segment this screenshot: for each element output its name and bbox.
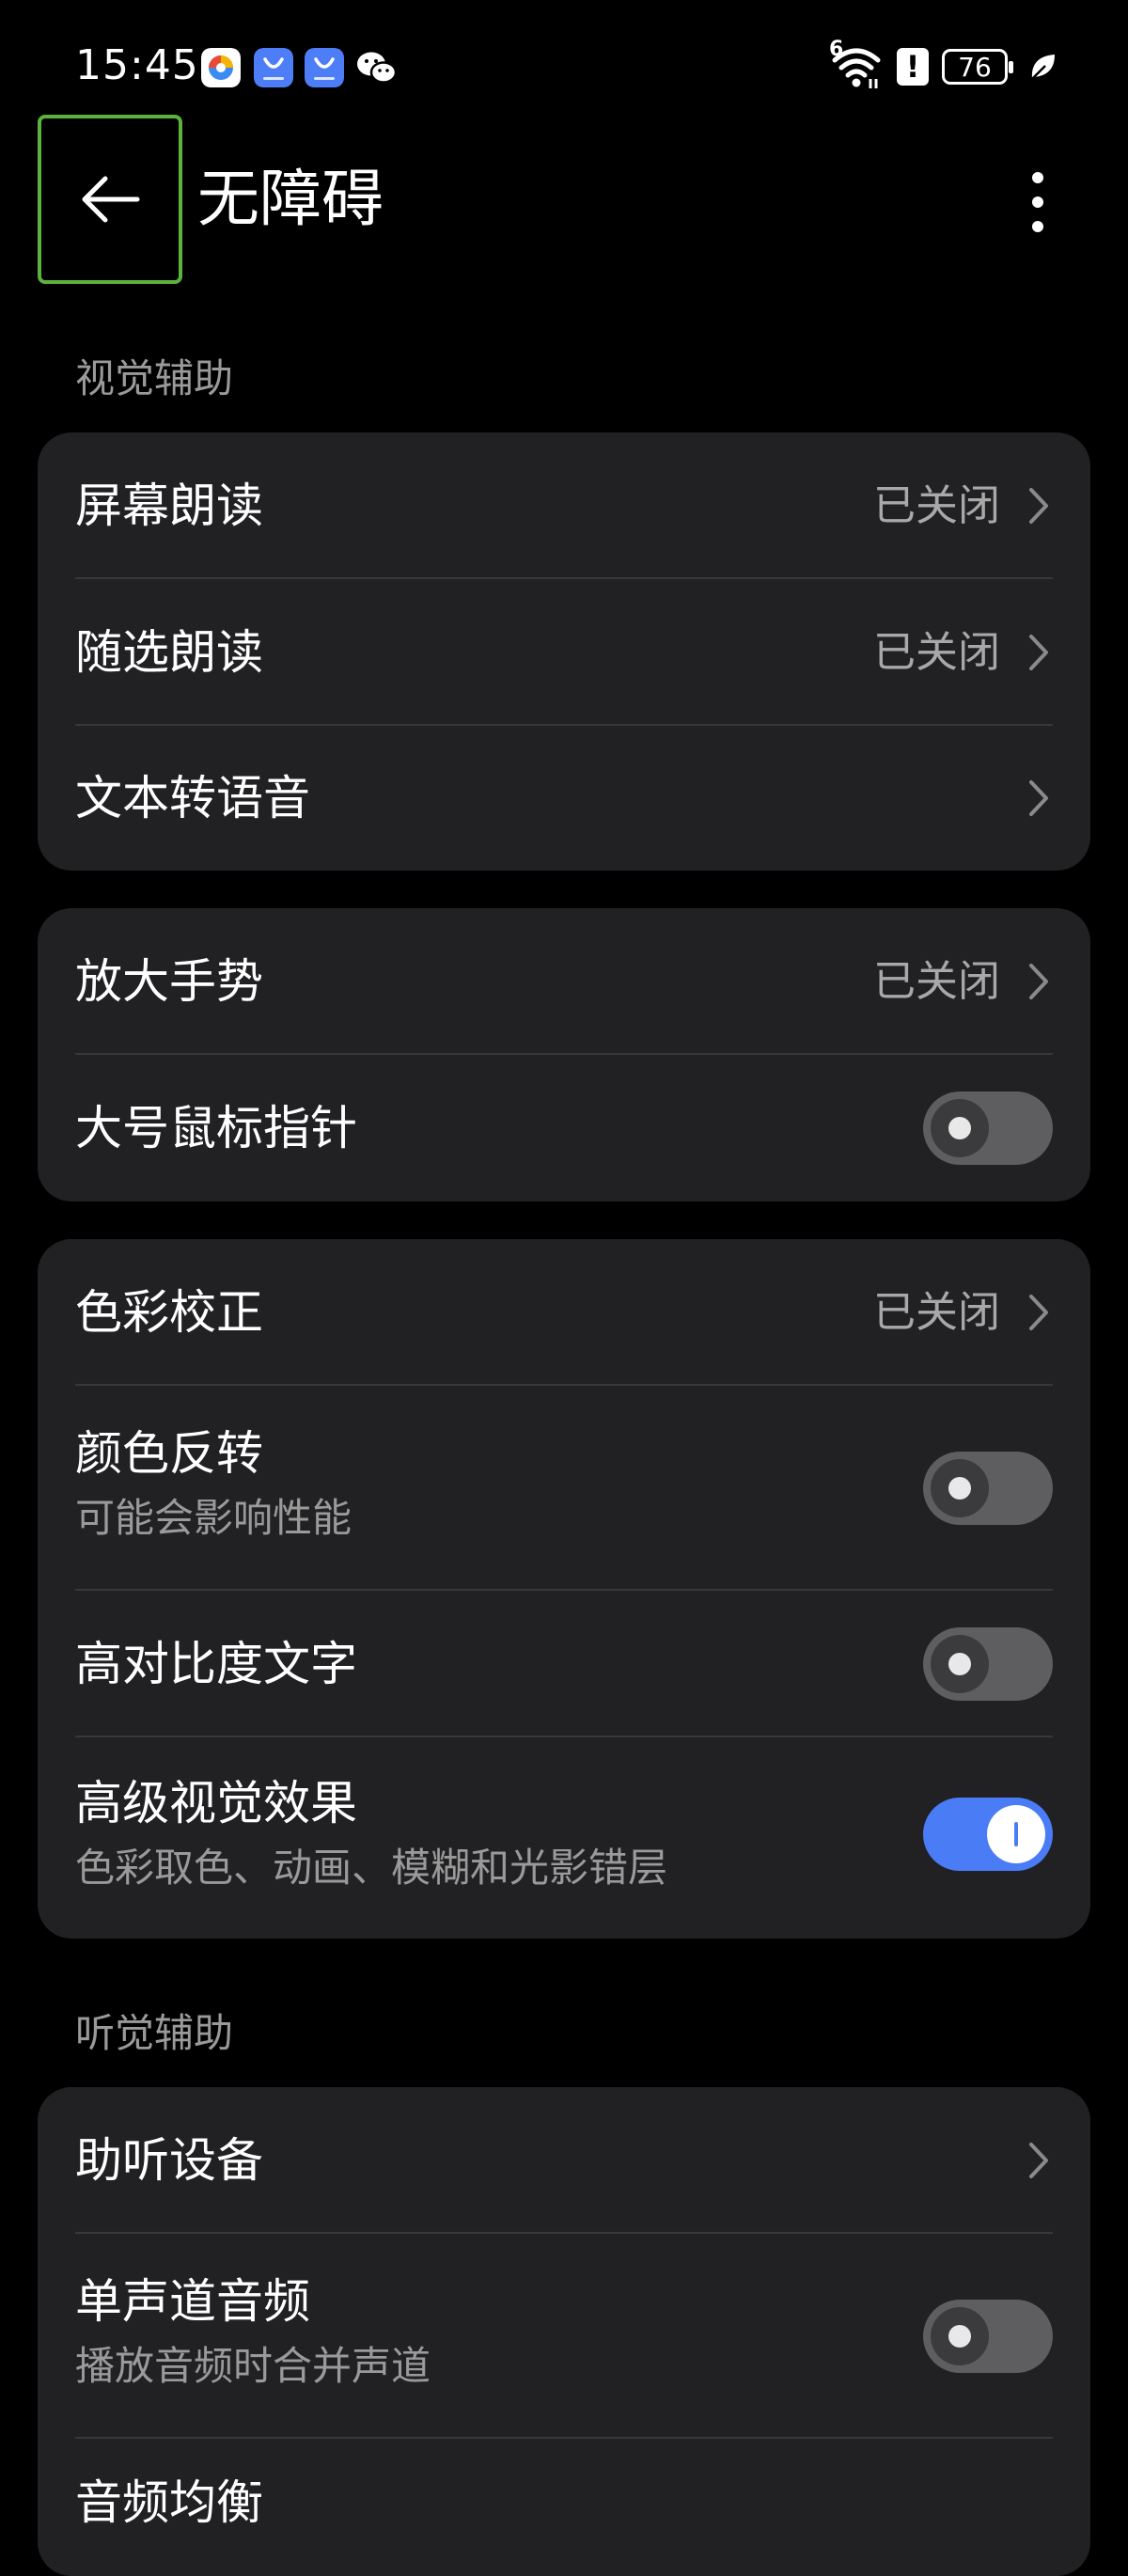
toggle-knob (931, 1459, 989, 1517)
toggle-knob (987, 1805, 1045, 1863)
chevron-right-icon (1029, 635, 1048, 670)
row-label: 颜色反转 (75, 1426, 263, 1481)
more-options-button[interactable] (1006, 160, 1070, 244)
wechat-icon (357, 52, 398, 84)
row-subtitle: 色彩取色、动画、模糊和光影错层 (75, 1845, 668, 1891)
advanced-visual-effects-toggle[interactable] (923, 1798, 1053, 1871)
card-screen-reading: 屏幕朗读 已关闭 随选朗读 已关闭 文本转语音 (38, 432, 1090, 871)
row-status-value: 已关闭 (872, 627, 1000, 677)
chevron-right-icon (1029, 780, 1048, 816)
status-bar: 15:45 6 ! 76 (0, 0, 1128, 132)
card-color: 色彩校正 已关闭 颜色反转 可能会影响性能 高对比度文字 高级视觉效果 色彩取色… (38, 1239, 1090, 1939)
honor-store-icon-2 (305, 48, 344, 87)
row-status-value: 已关闭 (872, 956, 1000, 1006)
row-label: 大号鼠标指针 (75, 1101, 357, 1155)
color-inversion-toggle[interactable] (923, 1452, 1053, 1525)
toggle-knob (931, 2307, 989, 2365)
large-pointer-toggle[interactable] (923, 1092, 1053, 1165)
battery-icon: 76 (942, 49, 1013, 85)
row-status-value: 已关闭 (872, 1287, 1000, 1337)
row-label: 高对比度文字 (75, 1637, 357, 1691)
status-right: 6 ! 76 (829, 38, 1057, 90)
page-title: 无障碍 (197, 163, 384, 235)
alert-icon: ! (897, 48, 929, 86)
card-hearing: 助听设备 单声道音频 播放音频时合并声道 音频均衡 (38, 2087, 1090, 2576)
wifi-icon: 6 (829, 38, 884, 90)
leaf-icon (1031, 55, 1055, 80)
section-header-hearing: 听觉辅助 (75, 2010, 234, 2056)
row-advanced-visual-effects: 高级视觉效果 色彩取色、动画、模糊和光影错层 (75, 1737, 1053, 1939)
row-label: 放大手势 (75, 954, 263, 1009)
status-time: 15:45 (75, 41, 199, 89)
arrow-left-icon (82, 176, 140, 223)
row-label: 色彩校正 (75, 1285, 263, 1340)
row-text-to-speech[interactable]: 文本转语音 (75, 726, 1053, 871)
row-label: 音频均衡 (75, 2475, 263, 2530)
row-label: 单声道音频 (75, 2274, 310, 2329)
row-large-mouse-pointer: 大号鼠标指针 (75, 1055, 1053, 1202)
row-screen-reader[interactable]: 屏幕朗读 已关闭 (75, 432, 1053, 579)
honor-store-icon (254, 48, 293, 87)
row-high-contrast-text: 高对比度文字 (75, 1591, 1053, 1737)
network-badge: 6 (829, 38, 844, 61)
toggle-knob (931, 1099, 989, 1157)
row-mono-audio: 单声道音频 播放音频时合并声道 (75, 2234, 1053, 2439)
row-hearing-aids[interactable]: 助听设备 (75, 2087, 1053, 2234)
row-label: 高级视觉效果 (75, 1776, 357, 1830)
browser-app-icon (201, 48, 241, 87)
row-label: 文本转语音 (75, 771, 310, 825)
chevron-right-icon (1029, 2143, 1048, 2178)
row-label: 随选朗读 (75, 625, 263, 680)
row-audio-balance[interactable]: 音频均衡 (75, 2439, 1053, 2576)
chevron-right-icon (1029, 1295, 1048, 1330)
toggle-knob (931, 1635, 989, 1693)
section-header-visual: 视觉辅助 (75, 355, 234, 401)
row-status-value: 已关闭 (872, 480, 1000, 530)
row-subtitle: 可能会影响性能 (75, 1495, 352, 1541)
row-subtitle: 播放音频时合并声道 (75, 2343, 431, 2389)
high-contrast-toggle[interactable] (923, 1627, 1053, 1701)
mono-audio-toggle[interactable] (923, 2300, 1053, 2373)
more-vertical-icon (1032, 172, 1043, 232)
row-select-to-speak[interactable]: 随选朗读 已关闭 (75, 579, 1053, 726)
row-color-correction[interactable]: 色彩校正 已关闭 (75, 1239, 1053, 1386)
battery-level: 76 (958, 51, 992, 83)
row-label: 助听设备 (75, 2133, 263, 2188)
back-button[interactable] (38, 115, 182, 284)
row-magnification-gesture[interactable]: 放大手势 已关闭 (75, 908, 1053, 1055)
chevron-right-icon (1029, 964, 1048, 999)
row-color-inversion: 颜色反转 可能会影响性能 (75, 1386, 1053, 1591)
card-magnification: 放大手势 已关闭 大号鼠标指针 (38, 908, 1090, 1202)
chevron-right-icon (1029, 488, 1048, 524)
row-label: 屏幕朗读 (75, 479, 263, 533)
